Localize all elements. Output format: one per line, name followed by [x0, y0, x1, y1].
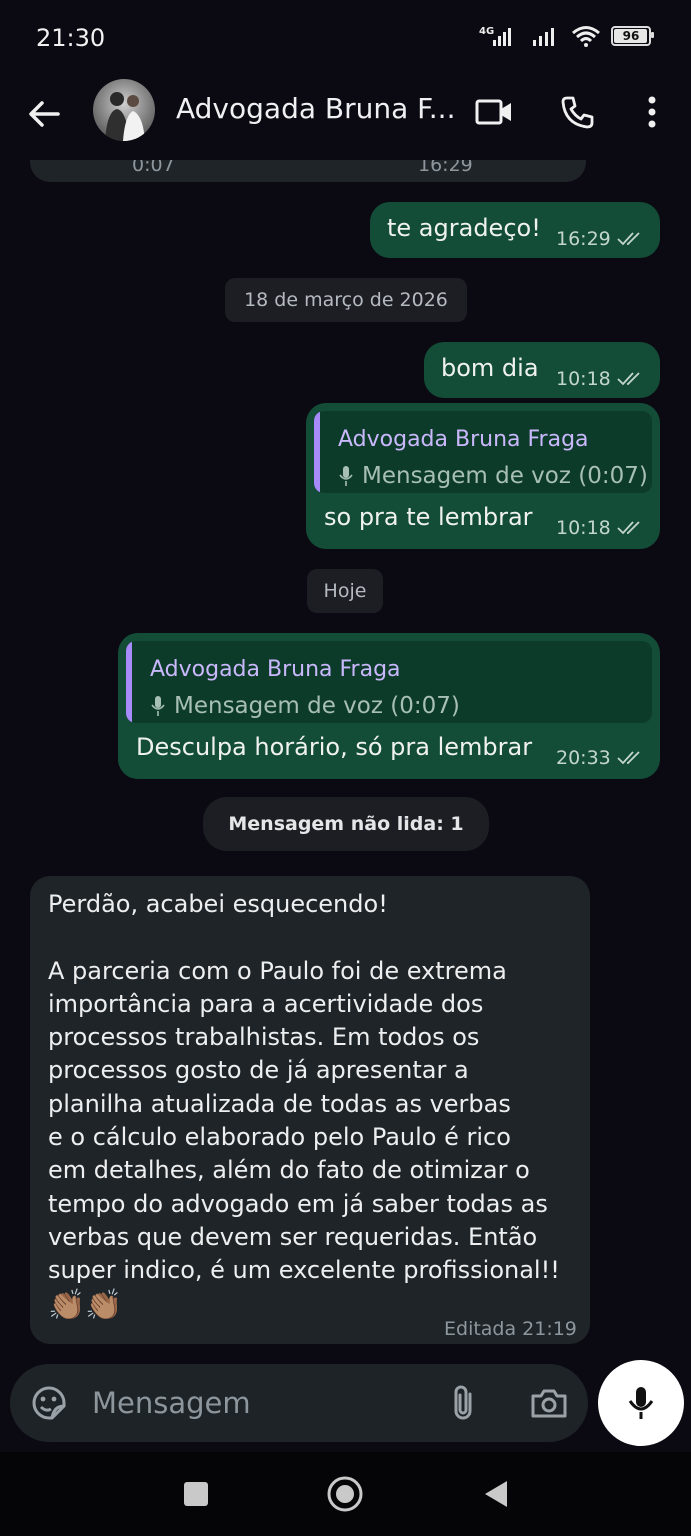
message-text: so pra te lembrar [324, 503, 533, 531]
back-nav-button[interactable] [476, 1474, 516, 1514]
quoted-text: Mensagem de voz (0:07) [362, 463, 648, 489]
quoted-content: Mensagem de voz (0:07) [338, 463, 648, 489]
battery-level: 96 [622, 29, 640, 43]
clapping-emoji: 👏🏽👏🏽 [48, 1288, 123, 1323]
outgoing-message[interactable]: bom dia 10:18 [424, 342, 660, 398]
voice-message-bubble[interactable]: 0:07 16:29 [30, 160, 586, 182]
back-button[interactable] [24, 94, 64, 134]
quoted-sender: Advogada Bruna Fraga [338, 427, 589, 452]
home-circle-icon [327, 1476, 363, 1512]
microphone-icon [628, 1387, 654, 1419]
battery-icon: 96 [611, 26, 654, 46]
incoming-message[interactable]: Perdão, acabei esquecendo! A parceria co… [30, 876, 590, 1344]
quoted-message[interactable]: Advogada Bruna Fraga Mensagem de voz (0:… [314, 411, 652, 493]
chat-messages[interactable]: 0:07 16:29 te agradeço! 16:29 18 de març… [0, 160, 691, 1360]
double-check-icon [617, 232, 640, 246]
voice-record-button[interactable] [598, 1360, 684, 1446]
attach-button[interactable] [442, 1382, 484, 1424]
date-separator: Hoje [307, 569, 383, 613]
more-options-button[interactable] [630, 90, 674, 134]
contact-name[interactable]: Advogada Bruna F... [176, 92, 455, 125]
status-time: 21:30 [36, 24, 106, 52]
message-time: 21:19 [522, 1318, 577, 1340]
wifi-icon [572, 26, 600, 47]
video-call-button[interactable] [472, 90, 516, 134]
triangle-back-icon [485, 1481, 507, 1507]
outgoing-message[interactable]: te agradeço! 16:29 [370, 202, 660, 258]
voice-duration: 0:07 [132, 160, 175, 176]
system-navigation-bar [0, 1452, 691, 1536]
more-vertical-icon [648, 96, 656, 128]
voice-message-time: 16:29 [418, 160, 473, 176]
sticker-icon [32, 1386, 66, 1420]
camera-button[interactable] [528, 1382, 570, 1424]
voice-call-button[interactable] [555, 90, 599, 134]
message-meta: 10:18 [556, 517, 645, 539]
double-check-icon [617, 521, 640, 535]
quote-accent-bar [126, 641, 132, 723]
network-type-label: 4G [479, 26, 494, 37]
double-check-icon [617, 751, 640, 765]
quoted-content: Mensagem de voz (0:07) [150, 693, 460, 719]
message-text: Desculpa horário, só pra lembrar [136, 733, 533, 761]
quote-accent-bar [314, 411, 320, 493]
avatar-photo-icon [105, 92, 145, 141]
chat-header: Advogada Bruna F... [0, 76, 691, 160]
sticker-button[interactable] [28, 1382, 70, 1424]
cellular-signal-2-icon [533, 28, 554, 46]
home-button[interactable] [325, 1474, 365, 1514]
message-meta: 10:18 [556, 368, 645, 390]
status-bar: 21:30 4G 96 [0, 0, 691, 76]
paperclip-icon [454, 1385, 472, 1420]
outgoing-reply-message[interactable]: Advogada Bruna Fraga Mensagem de voz (0:… [118, 633, 660, 779]
message-meta: Editada 21:19 [444, 1318, 577, 1340]
message-time: 20:33 [556, 747, 611, 769]
edited-label: Editada [444, 1318, 517, 1340]
arrow-left-icon [29, 101, 60, 127]
message-meta: 20:33 [556, 747, 645, 769]
message-time: 10:18 [556, 368, 611, 390]
microphone-icon [339, 466, 353, 486]
message-time: 10:18 [556, 517, 611, 539]
video-camera-icon [475, 99, 511, 125]
message-meta: 16:29 [556, 228, 645, 250]
unread-messages-banner: Mensagem não lida: 1 [203, 797, 489, 851]
contact-avatar[interactable] [93, 79, 155, 141]
date-separator: 18 de março de 2026 [225, 278, 467, 322]
recents-button[interactable] [176, 1474, 216, 1514]
message-text: te agradeço! [387, 214, 541, 242]
square-icon [184, 1482, 208, 1506]
message-time: 16:29 [556, 228, 611, 250]
status-icons: 4G 96 [479, 24, 654, 48]
double-check-icon [617, 372, 640, 386]
camera-icon [531, 1389, 567, 1418]
quoted-text: Mensagem de voz (0:07) [174, 693, 460, 719]
outgoing-reply-message[interactable]: Advogada Bruna Fraga Mensagem de voz (0:… [306, 403, 660, 549]
message-text: bom dia [441, 354, 539, 382]
quoted-message[interactable]: Advogada Bruna Fraga Mensagem de voz (0:… [126, 641, 652, 723]
message-input[interactable]: Mensagem [92, 1386, 251, 1420]
message-composer[interactable]: Mensagem [10, 1364, 588, 1442]
phone-icon [561, 96, 594, 129]
cellular-signal-icon: 4G [479, 26, 511, 46]
quoted-sender: Advogada Bruna Fraga [150, 657, 401, 682]
microphone-icon [151, 696, 165, 716]
message-text: Perdão, acabei esquecendo! A parceria co… [48, 890, 560, 1285]
